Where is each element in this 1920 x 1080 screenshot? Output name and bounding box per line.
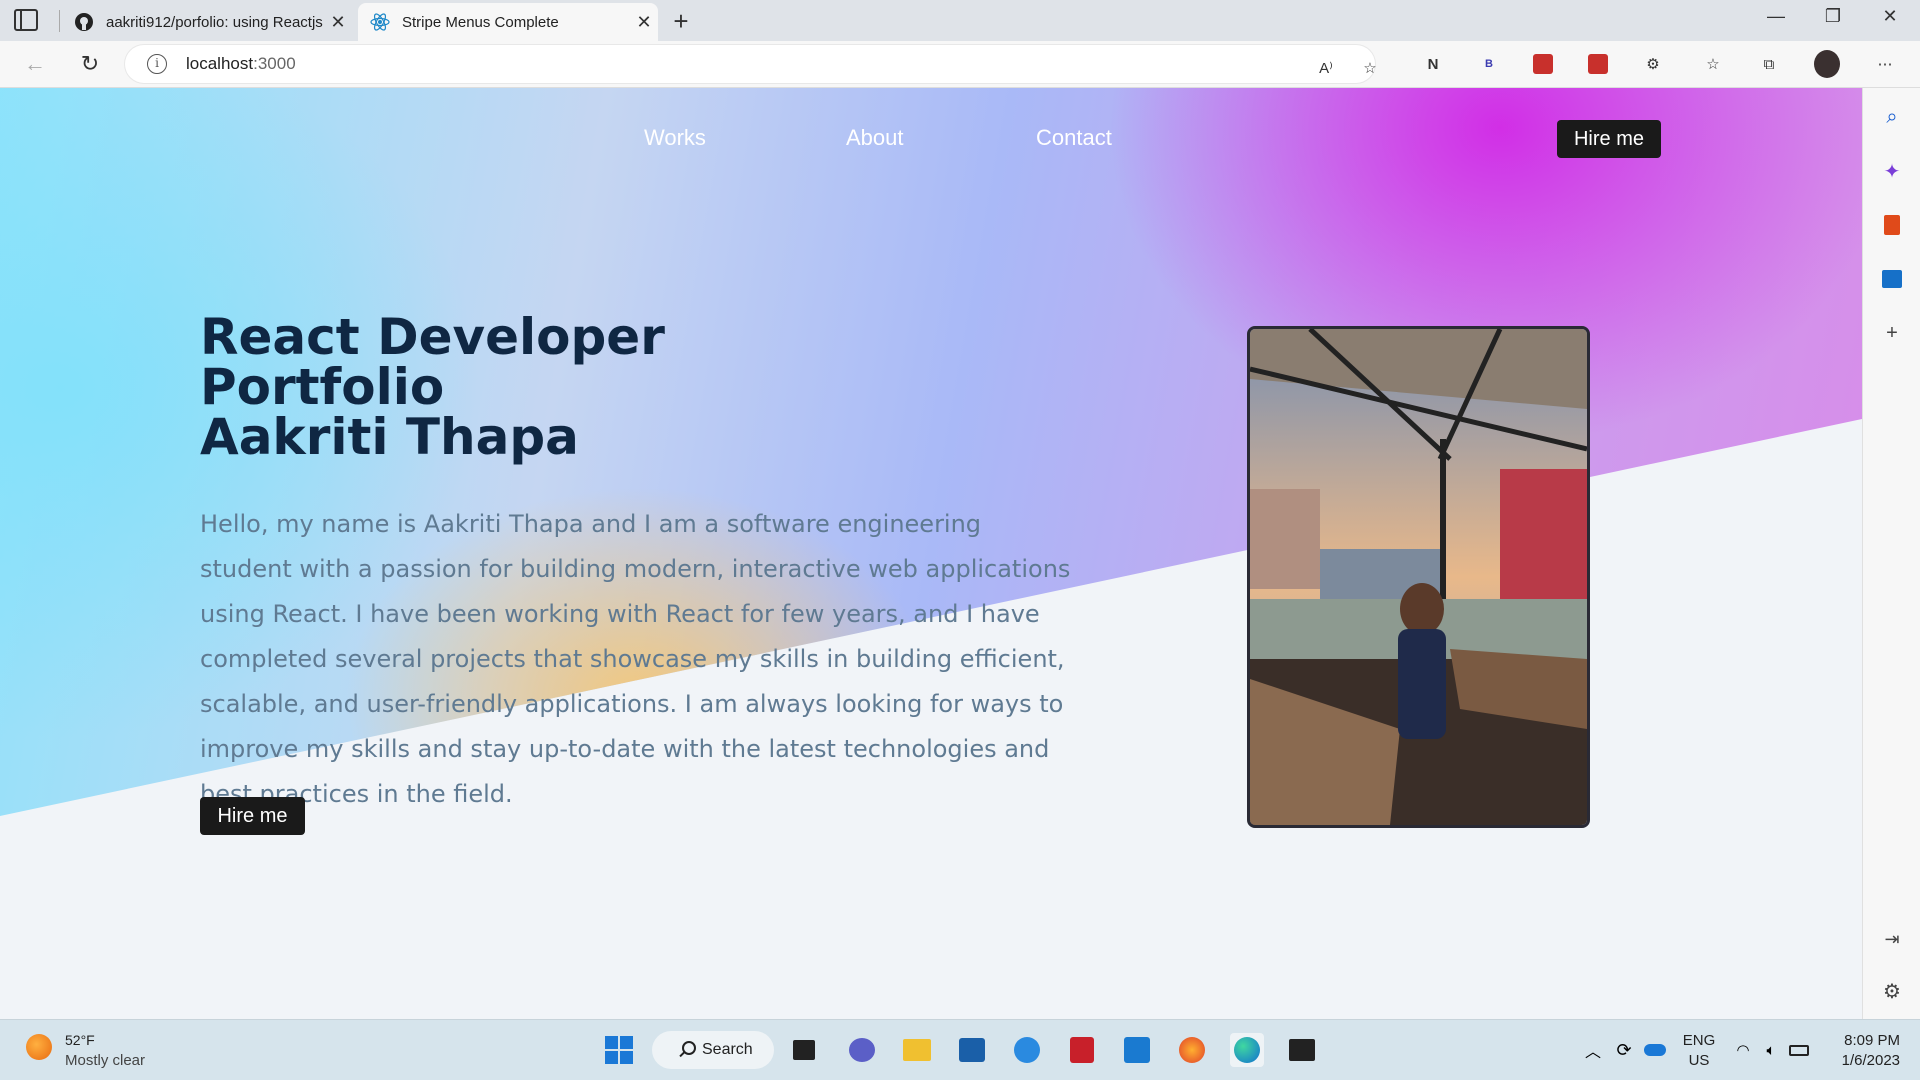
hero-paragraph: Hello, my name is Aakriti Thapa and I am… — [200, 510, 1071, 808]
add-favorite-icon[interactable]: ☆ — [1357, 55, 1383, 81]
profile-photo — [1247, 326, 1590, 828]
notion-extension-icon[interactable]: N — [1420, 51, 1446, 77]
nav-about[interactable]: About — [846, 125, 904, 151]
close-icon[interactable]: ✕ — [324, 12, 352, 33]
weather-moon-icon[interactable] — [26, 1034, 52, 1060]
favorites-icon[interactable]: ☆ — [1700, 51, 1726, 77]
weather-temp[interactable]: 52°F — [65, 1032, 95, 1048]
extensions-icon[interactable]: ⚙ — [1640, 51, 1666, 77]
clock-time: 8:09 PM — [1844, 1032, 1900, 1049]
minimize-icon[interactable]: — — [1756, 6, 1796, 27]
site-info-icon[interactable]: i — [147, 54, 167, 74]
file-explorer-icon[interactable] — [900, 1033, 934, 1067]
collections-icon[interactable]: ⧉ — [1756, 51, 1782, 77]
nav-contact[interactable]: Contact — [1036, 125, 1112, 151]
browser-toolbar: ← ↻ i localhost:3000 A⁾ ☆ N B ⚙ ☆ ⧉ ⋯ — [0, 41, 1920, 88]
url-host: localhost — [186, 54, 254, 73]
vscode-icon[interactable] — [1120, 1033, 1154, 1067]
url-text[interactable]: localhost:3000 — [186, 54, 296, 74]
settings-gear-icon[interactable]: ⚙ — [1879, 978, 1905, 1004]
office-icon[interactable] — [1879, 212, 1905, 238]
nav-works[interactable]: Works — [644, 125, 706, 151]
tab-title: Stripe Menus Complete — [402, 13, 559, 31]
reload-icon[interactable]: ↻ — [75, 51, 105, 77]
outlook-icon[interactable] — [1879, 266, 1905, 292]
language-indicator[interactable]: ENG US — [1682, 1031, 1716, 1071]
github-icon — [74, 12, 94, 32]
hire-me-hero-button[interactable]: Hire me — [200, 797, 305, 835]
new-tab-button[interactable]: + — [666, 6, 696, 37]
read-aloud-icon[interactable]: A⁾ — [1313, 55, 1339, 81]
react-icon — [370, 12, 390, 32]
hero-title-line: React Developer — [200, 308, 665, 366]
microsoft-store-icon[interactable] — [955, 1033, 989, 1067]
lang-code: ENG — [1682, 1032, 1716, 1049]
address-bar[interactable]: i localhost:3000 A⁾ ☆ — [125, 45, 1377, 83]
add-icon[interactable]: + — [1879, 320, 1905, 346]
hire-me-nav-button[interactable]: Hire me — [1557, 120, 1661, 158]
tab-title: aakriti912/porfolio: using Reactjs — [106, 13, 323, 31]
copilot-icon[interactable]: ✦ — [1879, 158, 1905, 184]
taskbar-search[interactable]: Search — [652, 1031, 774, 1069]
url-port: :3000 — [253, 54, 296, 73]
region-code: US — [1688, 1052, 1710, 1069]
close-icon[interactable]: ✕ — [630, 12, 658, 33]
edge-icon[interactable] — [1230, 1033, 1264, 1067]
clock-date: 1/6/2023 — [1841, 1052, 1900, 1069]
system-clock[interactable]: 8:09 PM 1/6/2023 — [1830, 1031, 1900, 1071]
firefox-icon[interactable] — [1175, 1033, 1209, 1067]
tab-github[interactable]: aakriti912/porfolio: using Reactjs ✕ — [62, 3, 352, 41]
restore-icon[interactable]: ❐ — [1813, 6, 1853, 27]
extension-red-icon[interactable] — [1530, 51, 1556, 77]
weather-desc[interactable]: Mostly clear — [65, 1052, 145, 1069]
search-icon — [682, 1041, 696, 1055]
window-close-icon[interactable]: ✕ — [1870, 6, 1910, 27]
hero-title-line: Portfolio — [200, 358, 445, 416]
profile-avatar[interactable] — [1814, 50, 1840, 78]
terminal-icon[interactable] — [1285, 1033, 1319, 1067]
weather-app-icon[interactable] — [1010, 1033, 1044, 1067]
tab-actions-icon[interactable] — [14, 9, 38, 31]
hero-title: React Developer Portfolio Aakriti Thapa — [200, 312, 665, 462]
teams-chat-icon[interactable] — [845, 1033, 879, 1067]
bitwarden-extension-icon[interactable]: B — [1476, 51, 1502, 77]
battery-icon[interactable] — [1782, 1033, 1816, 1067]
edge-sidebar: ⌕ ✦ + ⇥ ⚙ — [1862, 88, 1920, 1019]
back-icon[interactable]: ← — [20, 51, 50, 77]
search-icon[interactable]: ⌕ — [1879, 104, 1905, 130]
mcafee-icon[interactable] — [1065, 1033, 1099, 1067]
sync-icon[interactable]: ⟳ — [1607, 1033, 1641, 1067]
page-viewport: Works About Contact Hire me React Develo… — [0, 88, 1862, 1019]
more-menu-icon[interactable]: ⋯ — [1872, 51, 1898, 77]
windows-taskbar: 52°F Mostly clear Search ︿ ⟳ ENG US ◠ 🔈︎… — [0, 1019, 1920, 1080]
tray-chevron-up-icon[interactable]: ︿ — [1576, 1033, 1610, 1067]
search-label: Search — [702, 1041, 753, 1058]
task-view-icon[interactable] — [787, 1033, 821, 1067]
extension-red2-icon[interactable] — [1585, 51, 1611, 77]
browser-tabbar: aakriti912/porfolio: using Reactjs ✕ Str… — [0, 0, 1920, 41]
tab-stripe-menus[interactable]: Stripe Menus Complete ✕ — [358, 3, 658, 41]
hide-sidebar-icon[interactable]: ⇥ — [1879, 926, 1905, 952]
windows-start-icon[interactable] — [602, 1033, 636, 1067]
hero-title-line: Aakriti Thapa — [200, 408, 579, 466]
onedrive-icon[interactable] — [1638, 1033, 1672, 1067]
tab-divider — [59, 10, 60, 32]
